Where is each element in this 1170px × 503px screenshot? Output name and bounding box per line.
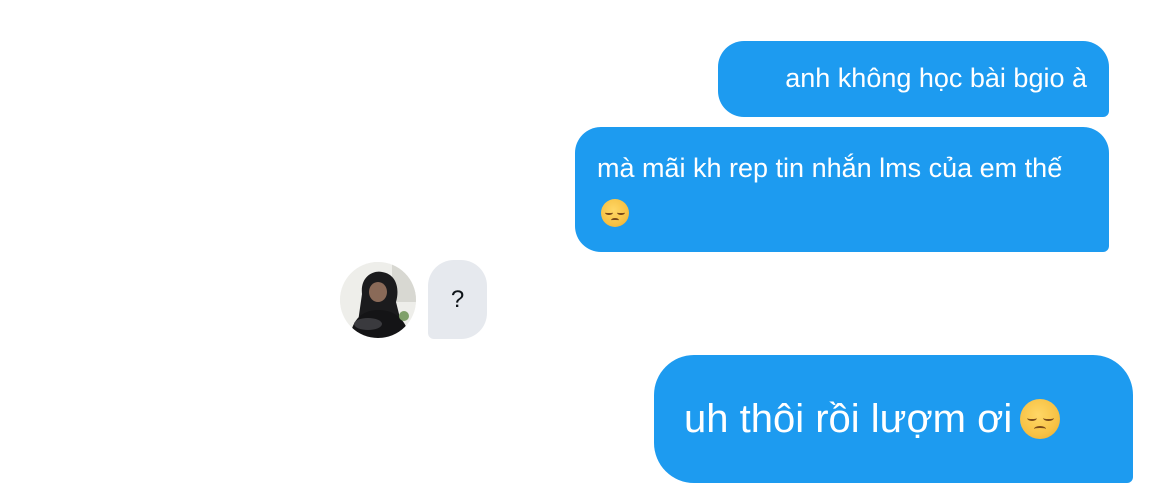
sent-message-bubble[interactable]: mà mãi kh rep tin nhắn lms của em thế	[575, 127, 1109, 252]
message-text: mà mãi kh rep tin nhắn lms của em thế	[597, 153, 1063, 183]
pensive-face-icon	[601, 199, 629, 227]
message-text: ?	[450, 285, 465, 313]
received-message-bubble[interactable]: ?	[428, 260, 487, 339]
pensive-face-icon	[1020, 399, 1061, 439]
message-text: anh không học bài bgio à	[785, 63, 1087, 94]
sent-message-bubble[interactable]: anh không học bài bgio à	[718, 41, 1109, 117]
avatar-image	[340, 262, 416, 338]
user-avatar[interactable]	[340, 262, 416, 338]
message-text: uh thôi rồi lượm ơi	[684, 397, 1013, 441]
sent-message-bubble[interactable]: uh thôi rồi lượm ơi	[654, 355, 1133, 483]
